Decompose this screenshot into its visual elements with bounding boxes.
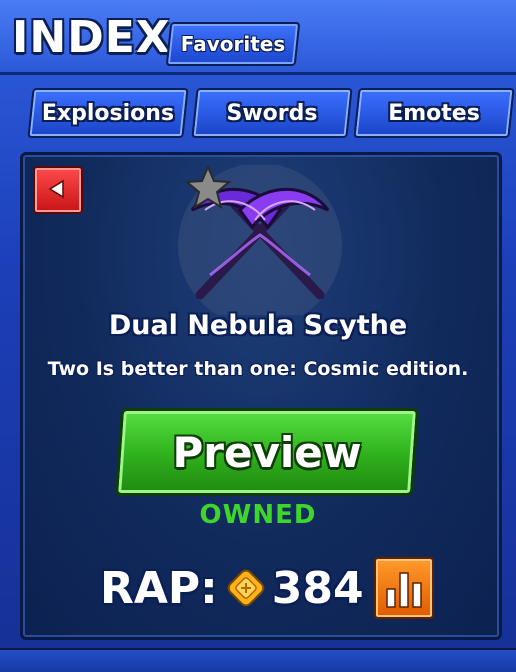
dual-scythe-icon xyxy=(178,165,342,315)
rap-label: RAP: xyxy=(100,562,218,614)
tab-explosions-label: Explosions xyxy=(41,100,175,126)
owned-status: OWNED xyxy=(199,500,317,530)
tab-swords-label: Swords xyxy=(226,100,318,126)
tab-favorites-label: Favorites xyxy=(180,32,286,56)
preview-button[interactable]: Preview xyxy=(114,408,420,496)
bar-chart-icon xyxy=(385,572,422,608)
item-description: Two Is better than one: Cosmic edition. xyxy=(47,358,469,380)
tab-favorites[interactable]: Favorites xyxy=(165,22,301,66)
tab-emotes-label: Emotes xyxy=(388,100,480,126)
bottom-bar xyxy=(0,648,516,672)
tab-explosions[interactable]: Explosions xyxy=(27,88,189,138)
page-title: INDEX xyxy=(12,12,171,63)
item-name: Dual Nebula Scythe xyxy=(108,310,408,341)
rap-chart-button[interactable] xyxy=(373,557,434,619)
preview-button-label: Preview xyxy=(172,427,362,477)
back-button[interactable] xyxy=(33,166,83,214)
rap-value: 384 xyxy=(271,562,364,614)
gem-coin-icon xyxy=(227,569,265,607)
tab-emotes[interactable]: Emotes xyxy=(353,88,515,138)
rap-row: RAP: 384 xyxy=(100,556,434,620)
tab-swords[interactable]: Swords xyxy=(191,88,353,138)
back-arrow-icon xyxy=(48,179,64,199)
